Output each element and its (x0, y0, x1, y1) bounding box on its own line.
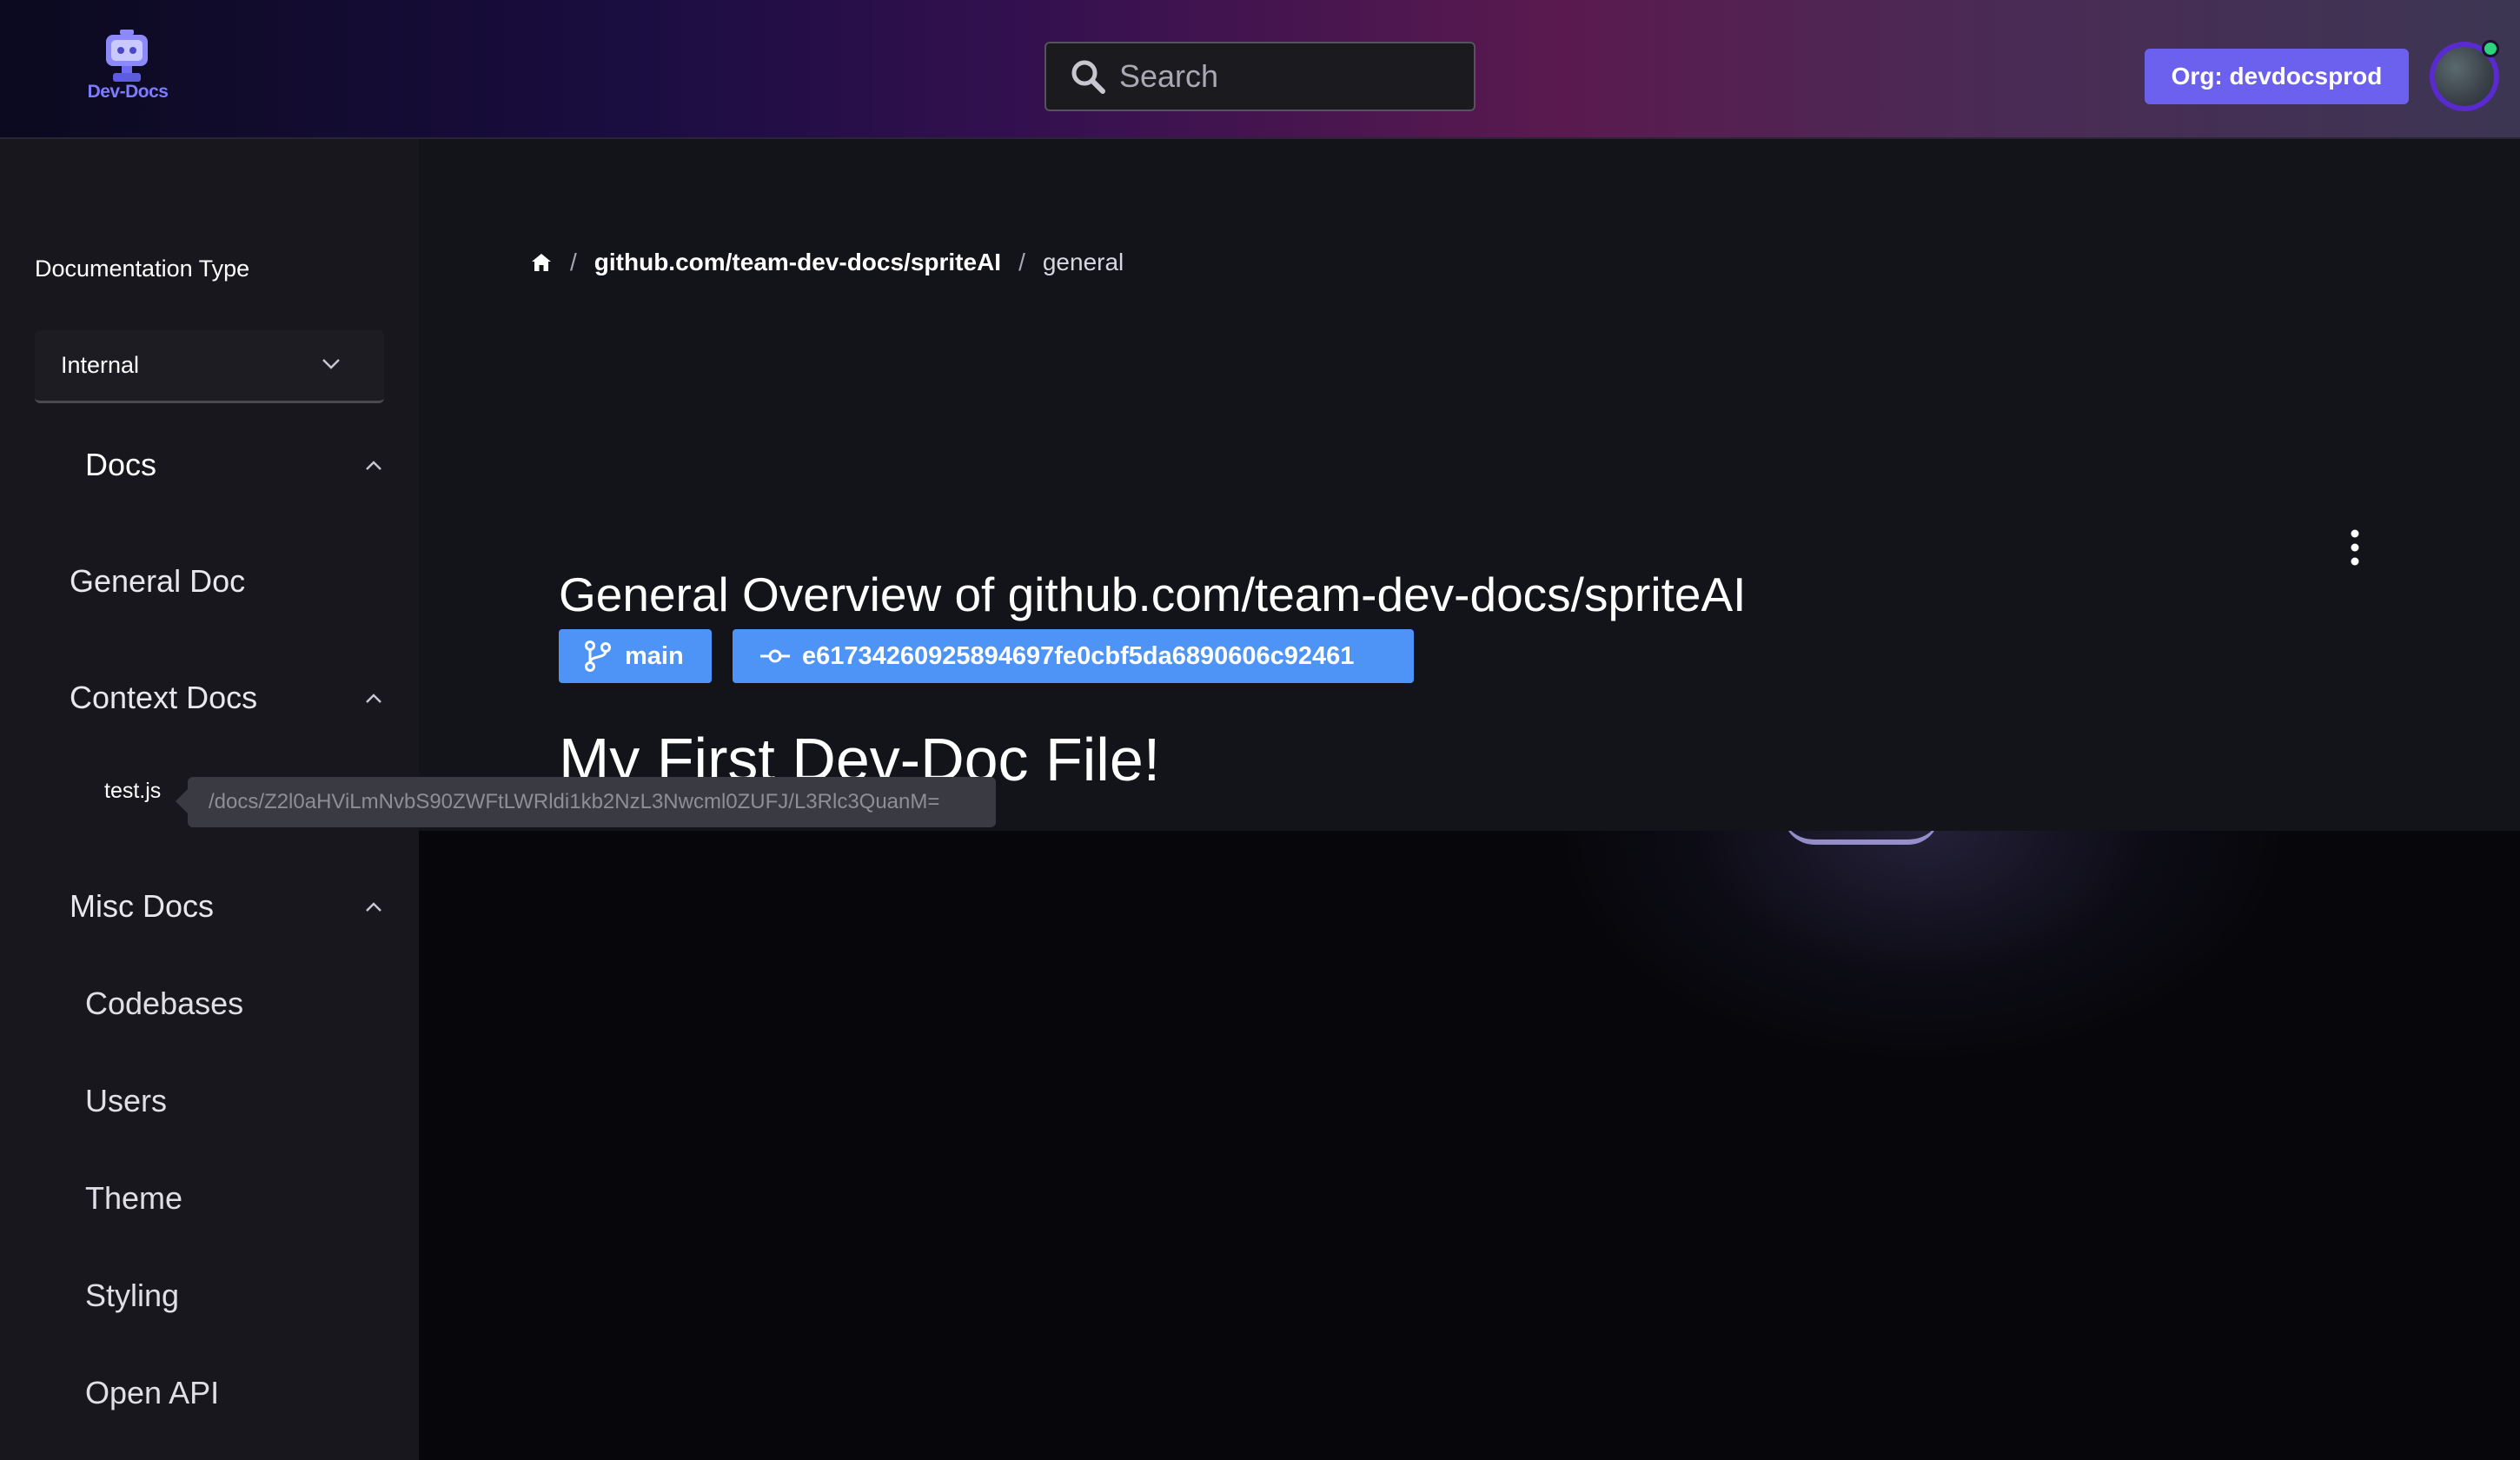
nav-item-users[interactable]: Users (85, 1083, 167, 1119)
logo[interactable]: Dev-Docs (80, 30, 176, 108)
nav-item-open-api[interactable]: Open API (85, 1375, 219, 1411)
top-bar: Dev-Docs Search Org: devdocsprod (0, 0, 2520, 139)
glow-decoration (1566, 831, 2278, 1057)
search-icon (1071, 60, 1105, 94)
nav-group-misc-docs[interactable]: Misc Docs (70, 888, 214, 925)
chevron-up-icon[interactable] (365, 902, 382, 912)
breadcrumb-current: general (1042, 249, 1124, 275)
more-options-icon[interactable] (2346, 528, 2364, 567)
home-icon[interactable] (530, 251, 553, 274)
documentation-type-select[interactable]: Internal (35, 330, 384, 403)
chevron-up-icon[interactable] (365, 694, 382, 704)
logo-text: Dev-Docs (87, 82, 169, 102)
breadcrumb-separator: / (570, 249, 577, 275)
commit-badge[interactable]: e61734260925894697fe0cbf5da6890606c92461 (733, 629, 1414, 683)
glow-arc-decoration (1783, 831, 1940, 845)
commit-hash: e61734260925894697fe0cbf5da6890606c92461 (802, 641, 1355, 670)
documentation-type-value: Internal (61, 352, 140, 378)
path-tooltip: /docs/Z2l0aHViLmNvbS90ZWFtLWRldi1kb2NzL3… (188, 777, 996, 827)
nav-group-docs[interactable]: Docs (85, 447, 156, 483)
tooltip-arrow (176, 789, 188, 813)
nav-item-styling[interactable]: Styling (85, 1278, 179, 1314)
nav-item-general-doc[interactable]: General Doc (70, 563, 245, 600)
nav-group-context-docs[interactable]: Context Docs (70, 680, 257, 716)
breadcrumb-separator: / (1018, 249, 1025, 275)
breadcrumb: / github.com/team-dev-docs/spriteAI / ge… (530, 245, 1124, 280)
page-title: General Overview of github.com/team-dev-… (559, 567, 1747, 621)
org-button[interactable]: Org: devdocsprod (2145, 49, 2409, 104)
branch-name: main (625, 641, 684, 670)
chevron-up-icon[interactable] (365, 461, 382, 471)
chevron-down-icon (322, 359, 340, 369)
background-hero (419, 831, 2520, 1460)
online-status-dot (2482, 40, 2499, 57)
git-branch-icon (585, 640, 611, 672)
search-placeholder: Search (1119, 58, 1219, 94)
nav-item-test-js[interactable]: test.js (104, 779, 161, 804)
git-commit-icon (760, 649, 790, 663)
robot-logo-icon (106, 30, 148, 82)
documentation-type-heading: Documentation Type (35, 256, 250, 282)
nav-item-theme[interactable]: Theme (85, 1180, 182, 1217)
branch-badge[interactable]: main (559, 629, 712, 683)
breadcrumb-repo-link[interactable]: github.com/team-dev-docs/spriteAI (594, 249, 1001, 276)
search-input[interactable]: Search (1044, 42, 1476, 111)
nav-item-codebases[interactable]: Codebases (85, 986, 243, 1022)
